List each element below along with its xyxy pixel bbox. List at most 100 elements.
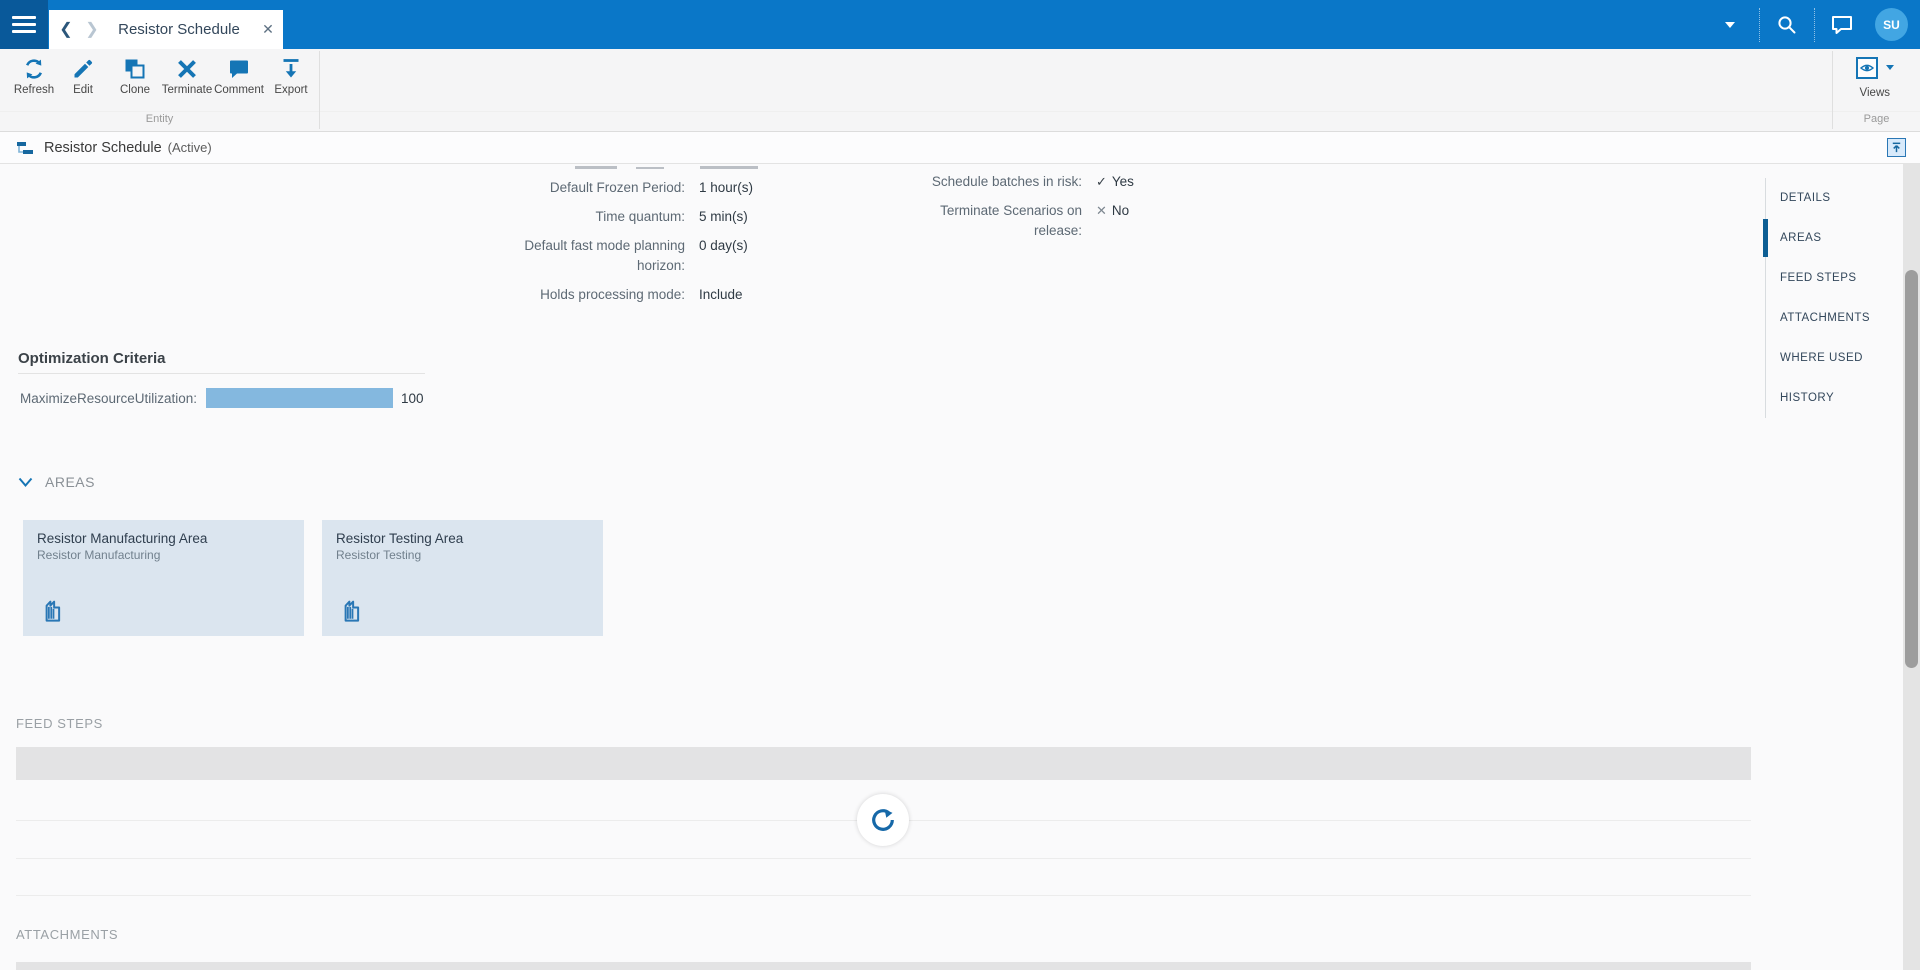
tab-close-icon[interactable]: ✕: [253, 21, 283, 38]
field-value: 1 hour(s): [699, 180, 754, 195]
comments-button[interactable]: [1815, 0, 1869, 49]
feed-steps-skeleton-bar: [16, 747, 1751, 780]
card-title: Resistor Testing Area: [336, 531, 464, 546]
detail-row: Default fast mode planning horizon: 0 da…: [495, 236, 915, 276]
top-bar: ❮ ❯ Resistor Schedule ✕ SU: [0, 0, 1920, 49]
clipped-text-fragment: [575, 166, 617, 169]
ribbon-group-divider: [319, 51, 320, 129]
detail-row: Default Frozen Period: 1 hour(s): [495, 178, 915, 198]
ribbon-toolbar: Refresh Edit Clone Terminate Comment Exp…: [0, 49, 1920, 132]
nav-item-areas[interactable]: AREAS: [1763, 218, 1895, 258]
eye-icon: [1859, 64, 1875, 72]
tab-resistor-schedule[interactable]: ❮ ❯ Resistor Schedule ✕: [49, 10, 283, 49]
chevron-down-icon[interactable]: [18, 477, 33, 488]
detail-row: Time quantum: 5 min(s): [495, 207, 915, 227]
field-label: Schedule batches in risk:: [931, 174, 1082, 189]
field-value: Include: [699, 287, 743, 302]
factory-icon: [45, 600, 61, 622]
clipped-text-fragment: [700, 166, 758, 169]
field-value: 0 day(s): [699, 238, 748, 253]
status-badge: (Active): [167, 140, 212, 155]
check-icon: ✓: [1096, 174, 1107, 189]
main-content: Default Frozen Period: 1 hour(s) Time qu…: [0, 164, 1903, 970]
field-label: Time quantum:: [595, 209, 685, 224]
nav-item-where-used[interactable]: WHERE USED: [1766, 338, 1895, 378]
comment-button[interactable]: Comment: [213, 53, 265, 109]
popout-button[interactable]: [1887, 138, 1906, 157]
field-label: Terminate Scenarios on release:: [940, 203, 1082, 238]
card-subtitle: Resistor Manufacturing: [37, 548, 161, 562]
views-label: Views: [1859, 87, 1890, 99]
field-value: 5 min(s): [699, 209, 748, 224]
section-divider: [18, 373, 425, 374]
ribbon-label-divider: [0, 111, 1920, 112]
export-button[interactable]: Export: [265, 53, 317, 109]
clone-button[interactable]: Clone: [109, 53, 161, 109]
vertical-scrollbar[interactable]: [1903, 164, 1920, 970]
topbar-dropdown-caret-icon[interactable]: [1725, 21, 1735, 28]
field-label: MaximizeResourceUtilization:: [20, 390, 198, 406]
views-button[interactable]: [1856, 57, 1894, 79]
details-right-column: Schedule batches in risk: ✓ Yes Terminate…: [897, 172, 1317, 250]
attachments-skeleton-bar: [16, 962, 1751, 970]
areas-heading-label: AREAS: [45, 474, 95, 490]
spinner-refresh-icon: [872, 809, 894, 831]
chat-bubble-icon: [1832, 15, 1852, 34]
nav-item-details[interactable]: DETAILS: [1766, 178, 1895, 218]
field-label: Default Frozen Period:: [549, 180, 685, 195]
edit-button[interactable]: Edit: [57, 53, 109, 109]
page-group-label: Page: [1863, 113, 1890, 125]
field-label: Holds processing mode:: [540, 287, 685, 302]
app-window: ❮ ❯ Resistor Schedule ✕ SU Refresh Edit …: [0, 0, 1920, 970]
factory-icon: [344, 600, 360, 622]
optimization-criteria-heading: Optimization Criteria: [18, 350, 166, 367]
terminate-button[interactable]: Terminate: [161, 53, 213, 109]
comment-bubble-icon: [230, 60, 248, 78]
nav-item-history[interactable]: HISTORY: [1766, 378, 1895, 418]
schedule-entity-icon: [17, 141, 33, 154]
area-card-resistor-testing[interactable]: Resistor Testing Area Resistor Testing: [322, 520, 603, 636]
export-down-arrow-icon: [283, 59, 299, 78]
nav-item-attachments[interactable]: ATTACHMENTS: [1766, 298, 1895, 338]
detail-row: Holds processing mode: Include: [495, 285, 915, 305]
tab-title: Resistor Schedule: [118, 21, 240, 38]
refresh-icon: [25, 59, 43, 79]
refresh-button[interactable]: Refresh: [8, 53, 60, 109]
forward-chevron-icon[interactable]: ❯: [79, 10, 105, 49]
utilization-value: 100: [401, 390, 424, 406]
terminate-x-icon: [178, 60, 196, 78]
areas-section-header: AREAS: [18, 474, 95, 490]
feed-steps-heading: FEED STEPS: [16, 716, 103, 731]
optimization-row: MaximizeResourceUtilization: 100: [20, 388, 424, 408]
card-title: Resistor Manufacturing Area: [37, 531, 208, 546]
clipped-text-fragment: [636, 167, 664, 169]
card-subtitle: Resistor Testing: [336, 548, 422, 562]
scrollbar-thumb[interactable]: [1905, 270, 1918, 668]
clone-icon: [125, 59, 145, 79]
search-button[interactable]: [1760, 0, 1814, 49]
attachments-heading: ATTACHMENTS: [16, 927, 119, 942]
breadcrumb: Resistor Schedule (Active): [0, 132, 1920, 164]
page-title: Resistor Schedule: [44, 139, 162, 156]
hamburger-menu-button[interactable]: [0, 0, 48, 49]
row-divider: [16, 895, 1751, 896]
pencil-icon: [74, 59, 93, 78]
detail-row: Terminate Scenarios on release: ✕ No: [897, 201, 1317, 241]
avatar[interactable]: SU: [1875, 8, 1908, 41]
search-icon: [1778, 15, 1796, 33]
views-caret-icon: [1886, 65, 1894, 70]
row-divider: [16, 858, 1751, 859]
loading-spinner: [857, 794, 909, 846]
cross-icon: ✕: [1096, 203, 1107, 218]
popout-up-arrow-icon: [1892, 142, 1901, 153]
nav-item-feed-steps[interactable]: FEED STEPS: [1766, 258, 1895, 298]
details-left-column: Default Frozen Period: 1 hour(s) Time qu…: [495, 178, 915, 314]
area-card-resistor-manufacturing[interactable]: Resistor Manufacturing Area Resistor Man…: [23, 520, 304, 636]
back-chevron-icon[interactable]: ❮: [53, 10, 79, 49]
field-value: ✓ Yes: [1096, 174, 1134, 189]
entity-group-label: Entity: [145, 113, 174, 125]
hamburger-icon: [12, 16, 36, 37]
field-value: ✕ No: [1096, 203, 1130, 218]
utilization-progress-bar: [206, 388, 393, 408]
section-nav: DETAILS AREAS FEED STEPS ATTACHMENTS WHE…: [1763, 178, 1895, 418]
